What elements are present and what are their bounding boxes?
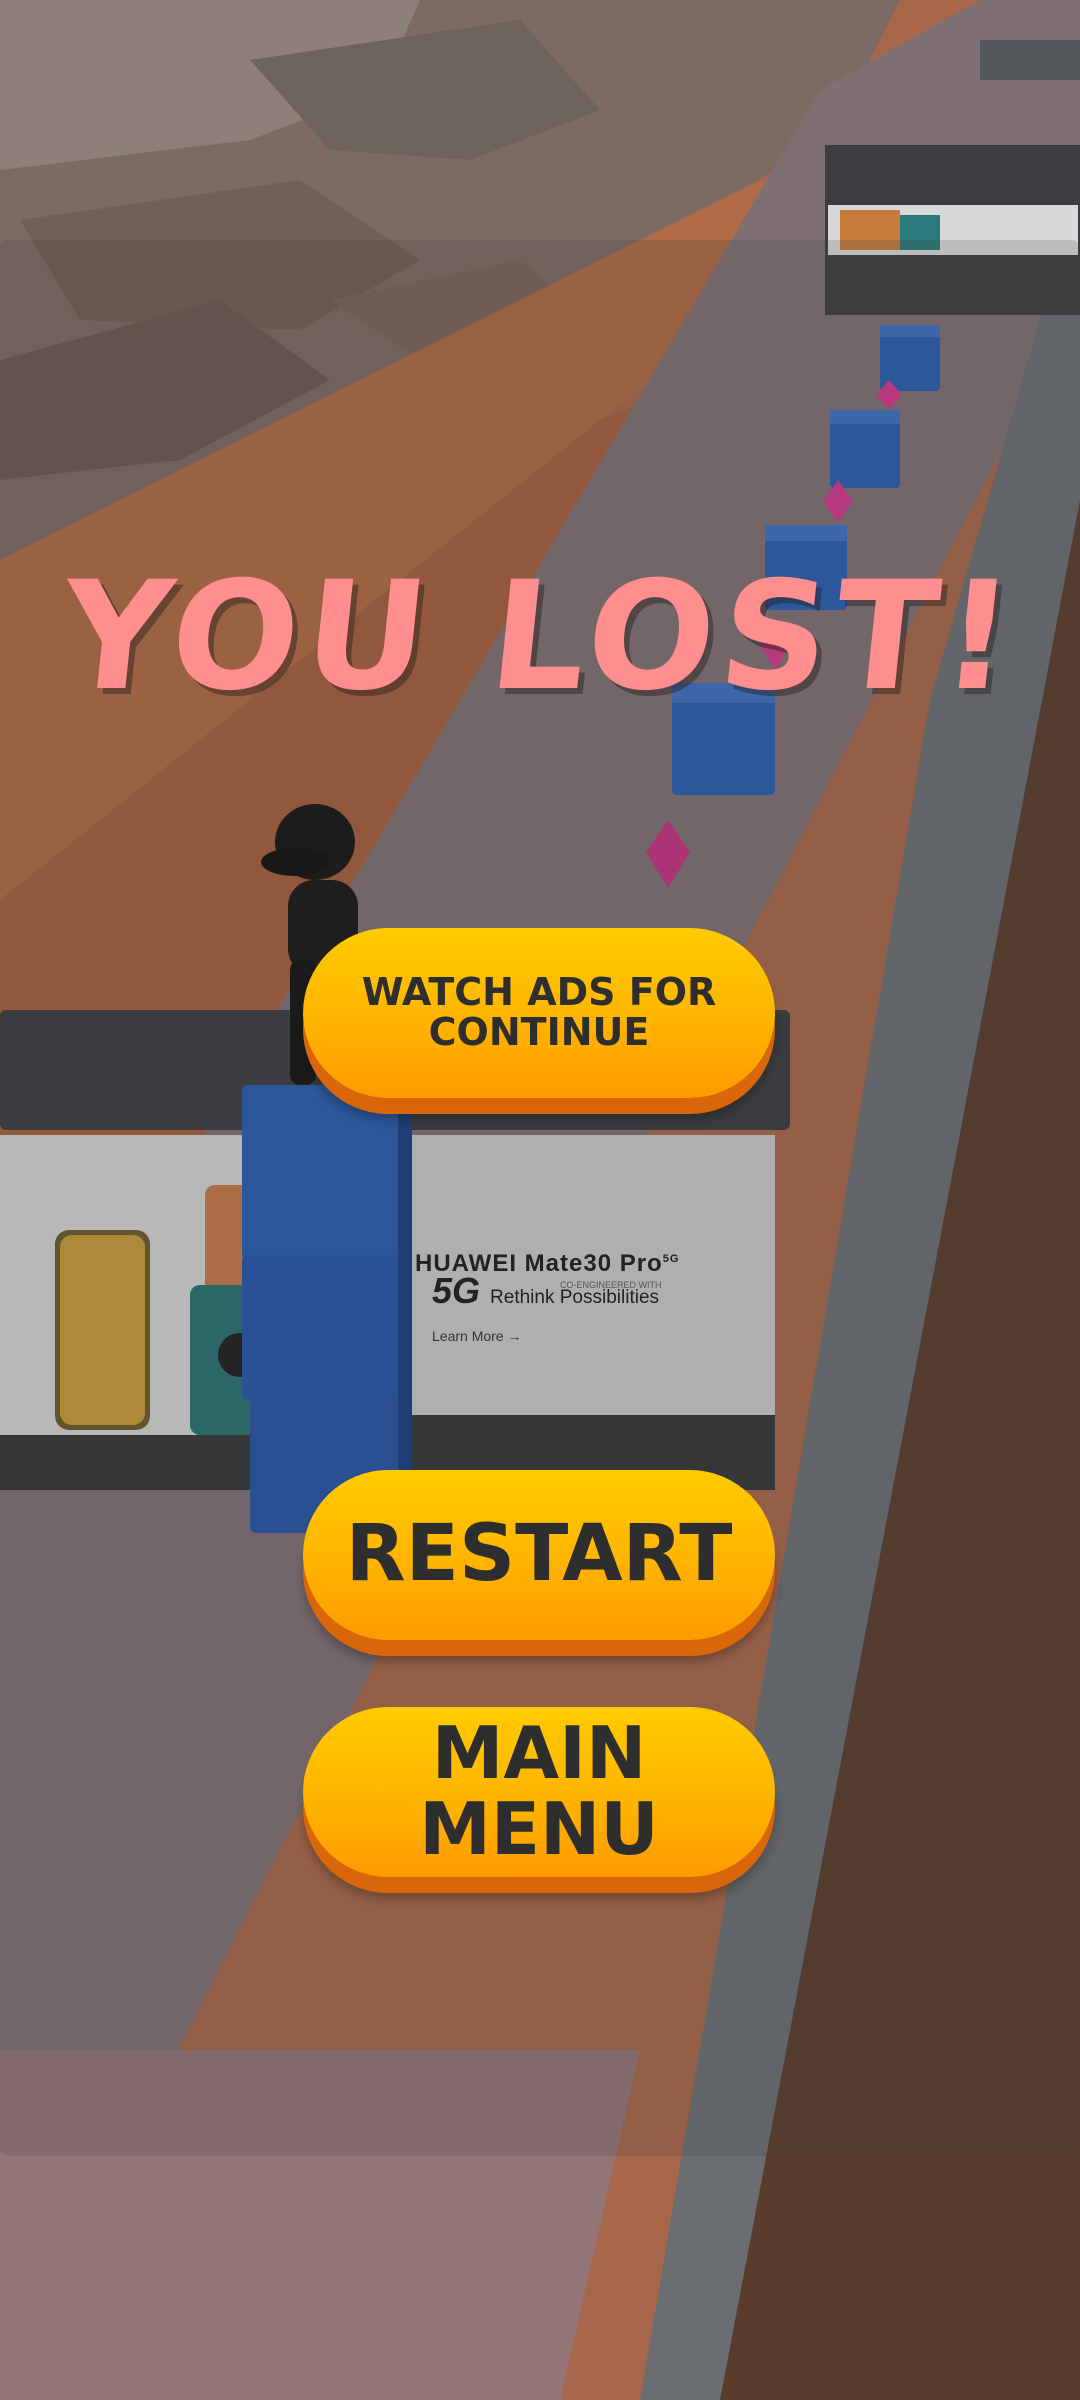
you-lost-title: YOU LOST! <box>53 550 1027 724</box>
billboard-headline: 5G Rethink Possibilities <box>432 1270 659 1312</box>
billboard-cta: Learn More → <box>432 1328 522 1344</box>
billboard-headline-text: 5G <box>432 1270 481 1311</box>
restart-button[interactable]: RESTART <box>303 1470 775 1640</box>
billboard-brand-sup: 5G <box>662 1253 680 1265</box>
watch-ads-button[interactable]: WATCH ADS FOR CONTINUE <box>303 928 775 1098</box>
billboard-tagline: Rethink Possibilities <box>490 1287 660 1308</box>
main-menu-button[interactable]: MAIN MENU <box>303 1707 775 1877</box>
